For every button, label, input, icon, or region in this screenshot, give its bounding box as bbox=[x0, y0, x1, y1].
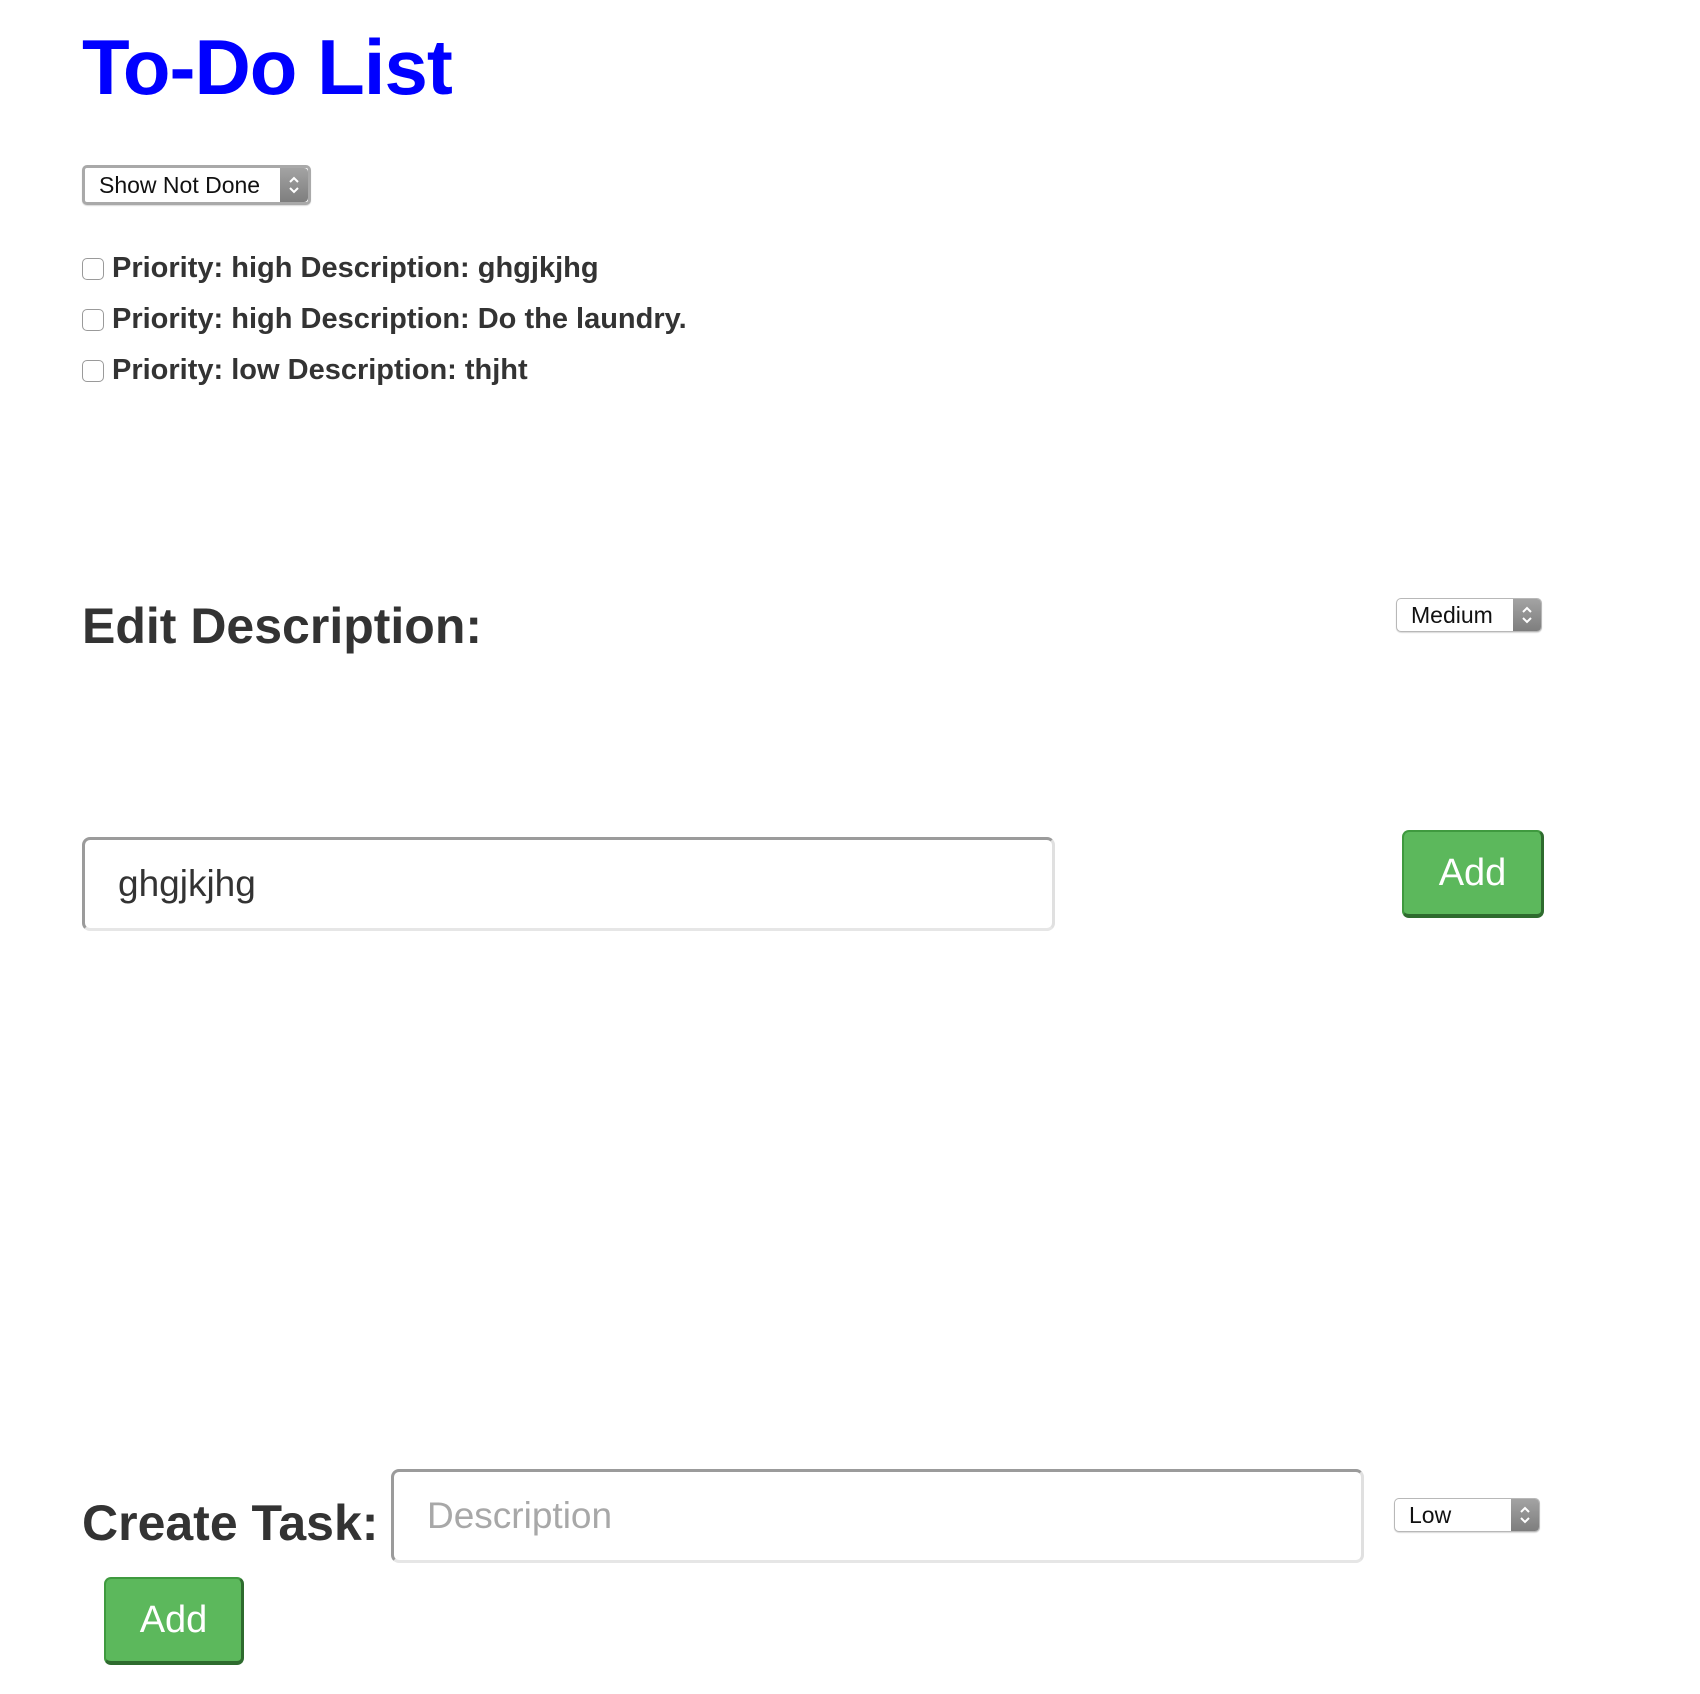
up-down-chevron-icon bbox=[280, 168, 308, 202]
up-down-chevron-icon bbox=[1513, 599, 1541, 631]
task-done-checkbox[interactable] bbox=[82, 359, 104, 382]
edit-add-button[interactable]: Add bbox=[1402, 830, 1544, 918]
task-item: Priority: high Description: ghgjkjhg bbox=[82, 243, 687, 294]
edit-priority-select[interactable]: Medium bbox=[1396, 598, 1542, 632]
task-done-checkbox[interactable] bbox=[82, 257, 104, 280]
edit-priority-value: Medium bbox=[1411, 601, 1493, 628]
edit-description-heading: Edit Description: bbox=[82, 598, 483, 654]
task-item: Priority: high Description: Do the laund… bbox=[82, 294, 687, 345]
filter-select[interactable]: Show Not Done bbox=[82, 165, 311, 205]
task-text[interactable]: Priority: high Description: Do the laund… bbox=[112, 303, 687, 336]
create-add-button[interactable]: Add bbox=[104, 1577, 244, 1665]
page-title: To-Do List bbox=[82, 23, 453, 111]
filter-select-value: Show Not Done bbox=[99, 171, 261, 198]
up-down-chevron-icon bbox=[1511, 1499, 1539, 1531]
create-task-heading: Create Task: bbox=[82, 1495, 379, 1551]
create-priority-value: Low bbox=[1409, 1501, 1452, 1528]
task-text[interactable]: Priority: high Description: ghgjkjhg bbox=[112, 252, 599, 285]
task-done-checkbox[interactable] bbox=[82, 308, 104, 331]
task-text[interactable]: Priority: low Description: thjht bbox=[112, 354, 528, 387]
create-priority-select[interactable]: Low bbox=[1394, 1498, 1540, 1532]
task-list: Priority: high Description: ghgjkjhg Pri… bbox=[82, 243, 687, 396]
edit-description-input[interactable]: ghgjkjhg bbox=[82, 837, 1055, 931]
task-item: Priority: low Description: thjht bbox=[82, 345, 687, 396]
create-description-input[interactable]: Description bbox=[391, 1469, 1364, 1563]
